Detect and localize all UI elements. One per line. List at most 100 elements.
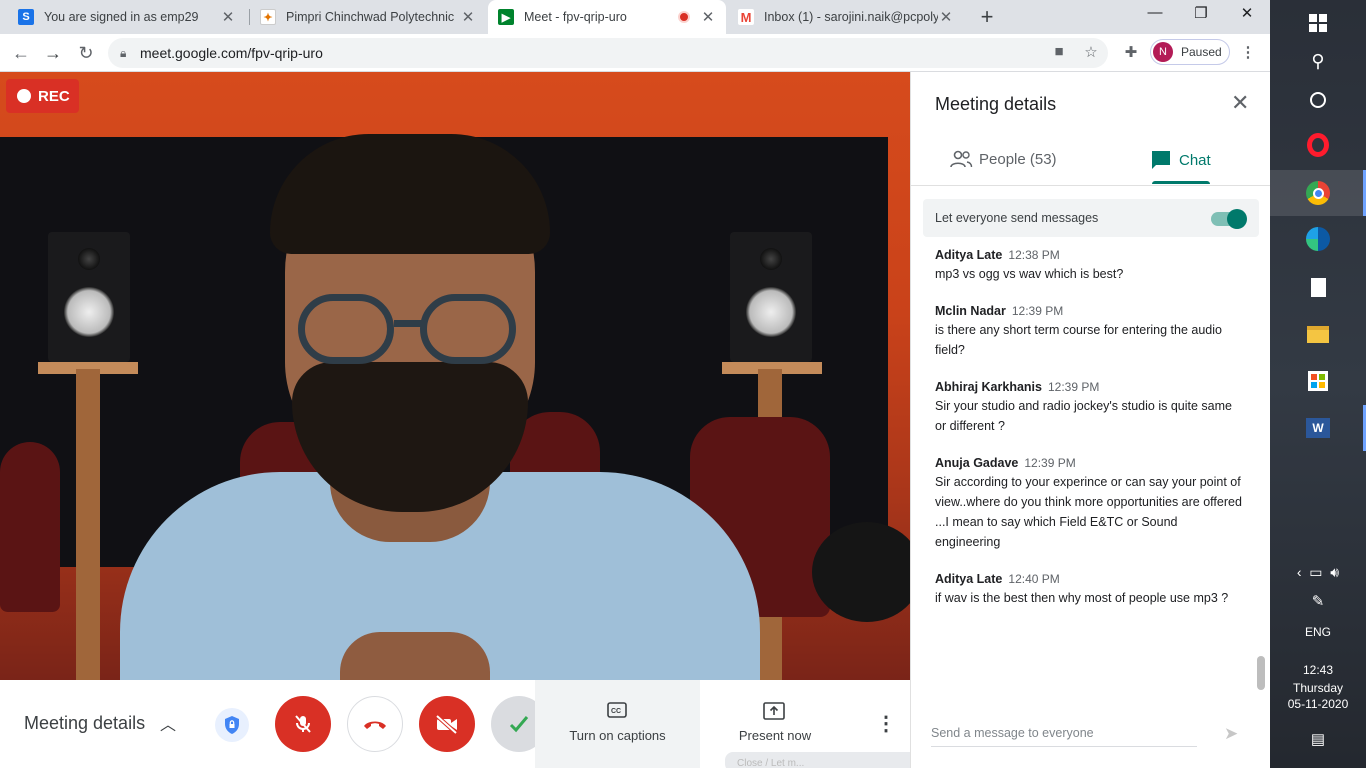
- tab-signed-in[interactable]: S You are signed in as emp29 ✕: [8, 0, 246, 34]
- chat-icon: [1152, 151, 1170, 169]
- chat-message-input[interactable]: Send a message to everyone: [931, 726, 1197, 747]
- word-icon[interactable]: W: [1270, 405, 1366, 451]
- meet-favicon-icon: ▶: [498, 9, 514, 25]
- notifications-icon[interactable]: ▤: [1270, 730, 1366, 748]
- opera-icon[interactable]: [1270, 122, 1366, 168]
- message-sender: Mclin Nadar: [935, 304, 1006, 318]
- reload-icon[interactable]: ↻: [73, 40, 99, 66]
- gmail-favicon-icon: M: [738, 9, 754, 25]
- close-window-icon[interactable]: ✕: [1232, 4, 1262, 22]
- divider: [911, 185, 1271, 186]
- leave-call-button[interactable]: [347, 696, 403, 752]
- message-sender: Aditya Late: [935, 248, 1003, 262]
- tab-gmail[interactable]: M Inbox (1) - sarojini.naik@pcpolyte ✕: [728, 0, 964, 34]
- active-tab-indicator: [1152, 181, 1210, 184]
- tab-chat[interactable]: Chat: [1151, 150, 1211, 170]
- store-icon[interactable]: [1270, 358, 1366, 404]
- close-tab-icon[interactable]: ✕: [460, 8, 476, 26]
- studio-speaker-right: [730, 232, 812, 362]
- windows-taskbar: ⚲ W ‹ ▭ 🔊︎ ✎ ENG 12:43 Thursday 05-11-20…: [1270, 0, 1366, 768]
- clock-date[interactable]: 05-11-2020: [1270, 697, 1366, 711]
- tab-meet[interactable]: ▶ Meet - fpv-qrip-uro ✕: [488, 0, 726, 34]
- profile-status: Paused: [1181, 45, 1222, 59]
- let-everyone-send-toggle[interactable]: [1211, 209, 1247, 229]
- message-text: is there any short term course for enter…: [935, 323, 1222, 357]
- presenter-hair: [270, 134, 550, 254]
- clock-day[interactable]: Thursday: [1270, 681, 1366, 695]
- camera-off-icon: [435, 714, 458, 735]
- message-text: Sir your studio and radio jockey's studi…: [935, 399, 1232, 433]
- back-icon[interactable]: ←: [8, 40, 34, 66]
- checkmark-icon: [509, 716, 529, 733]
- recording-badge: REC: [6, 79, 79, 113]
- captions-button[interactable]: CC Turn on captions: [535, 680, 700, 768]
- meeting-details-button[interactable]: Meeting details: [24, 713, 145, 734]
- chat-message: Aditya Late 12:40 PM if wav is the best t…: [935, 572, 1245, 608]
- toggle-label: Let everyone send messages: [935, 211, 1099, 225]
- task-view-icon[interactable]: [1270, 77, 1366, 123]
- tab-people[interactable]: People (53): [949, 150, 1057, 168]
- close-tab-icon[interactable]: ✕: [220, 8, 236, 26]
- recording-dot-icon: [678, 11, 690, 23]
- glasses-left-lens: [298, 294, 394, 364]
- video-feed: REC: [0, 72, 910, 680]
- camera-off-button[interactable]: [419, 696, 475, 752]
- host-controls-shield-icon[interactable]: [215, 708, 249, 742]
- tab-pimpri[interactable]: ✦ Pimpri Chinchwad Polytechnic ✕: [250, 0, 486, 34]
- people-icon: [950, 150, 973, 168]
- chat-tab-label: Chat: [1179, 151, 1211, 169]
- pen-icon[interactable]: ✎: [1270, 592, 1366, 610]
- record-dot-icon: [17, 89, 31, 103]
- presenter-hands: [340, 632, 490, 680]
- message-sender: Aditya Late: [935, 572, 1003, 586]
- message-text: mp3 vs ogg vs wav which is best?: [935, 267, 1124, 281]
- extensions-icon[interactable]: ✚: [1121, 43, 1141, 61]
- chat-message: Aditya Late 12:38 PM mp3 vs ogg vs wav wh…: [935, 248, 1245, 284]
- profile-button[interactable]: N Paused: [1150, 39, 1230, 65]
- browser-chrome: S You are signed in as emp29 ✕ ✦ Pimpri …: [0, 0, 1270, 72]
- present-screen-icon[interactable]: [763, 702, 785, 720]
- speaker-stand: [76, 369, 100, 680]
- file-explorer-icon[interactable]: [1270, 311, 1366, 357]
- svg-text:CC: CC: [611, 708, 621, 715]
- chat-message: Abhiraj Karkhanis 12:39 PM Sir your studi…: [935, 380, 1245, 436]
- present-now-button[interactable]: Present now: [720, 728, 830, 743]
- tab-strip: S You are signed in as emp29 ✕ ✦ Pimpri …: [0, 0, 1270, 34]
- clock-time[interactable]: 12:43: [1270, 663, 1366, 677]
- message-time: 12:39 PM: [1024, 456, 1076, 470]
- restore-icon[interactable]: ❐: [1186, 4, 1216, 22]
- chat-scrollbar[interactable]: [1257, 656, 1265, 690]
- chat-message: Mclin Nadar 12:39 PM is there any short t…: [935, 304, 1245, 360]
- mic-off-button[interactable]: [275, 696, 331, 752]
- bookmark-star-icon[interactable]: ☆: [1081, 43, 1101, 61]
- close-panel-icon[interactable]: ✕: [1231, 90, 1249, 116]
- message-time: 12:38 PM: [1008, 248, 1060, 262]
- message-sender: Abhiraj Karkhanis: [935, 380, 1042, 394]
- people-tab-label: People (53): [979, 150, 1057, 168]
- hang-up-icon: [364, 721, 386, 729]
- chrome-menu-icon[interactable]: ⋮: [1238, 43, 1258, 61]
- glasses-right-lens: [420, 294, 516, 364]
- tab-title: Pimpri Chinchwad Polytechnic: [286, 10, 455, 24]
- avatar: N: [1153, 42, 1173, 62]
- captions-label: Turn on captions: [569, 728, 666, 743]
- close-tab-icon[interactable]: ✕: [938, 8, 954, 26]
- chevron-up-icon[interactable]: ︿: [160, 711, 176, 735]
- send-icon[interactable]: ➤: [1224, 724, 1238, 744]
- more-options-icon[interactable]: ⋮: [876, 711, 896, 736]
- address-bar[interactable]: 🔒︎ meet.google.com/fpv-qrip-uro: [108, 38, 1108, 68]
- forward-icon[interactable]: →: [40, 40, 66, 66]
- new-tab-button[interactable]: +: [976, 4, 998, 30]
- camera-icon[interactable]: ■: [1049, 43, 1069, 60]
- tray-icons[interactable]: ‹ ▭ 🔊︎: [1270, 564, 1366, 581]
- close-tab-icon[interactable]: ✕: [700, 8, 716, 26]
- chrome-icon[interactable]: [1270, 170, 1366, 216]
- chat-messages: Aditya Late 12:38 PM mp3 vs ogg vs wav wh…: [935, 248, 1245, 628]
- notepad-icon[interactable]: [1270, 264, 1366, 310]
- language-indicator[interactable]: ENG: [1270, 625, 1366, 639]
- edge-icon[interactable]: [1270, 216, 1366, 262]
- studio-chair: [0, 442, 60, 612]
- message-time: 12:39 PM: [1047, 380, 1100, 394]
- lock-icon: 🔒︎: [120, 45, 127, 60]
- minimize-icon[interactable]: —: [1140, 4, 1170, 21]
